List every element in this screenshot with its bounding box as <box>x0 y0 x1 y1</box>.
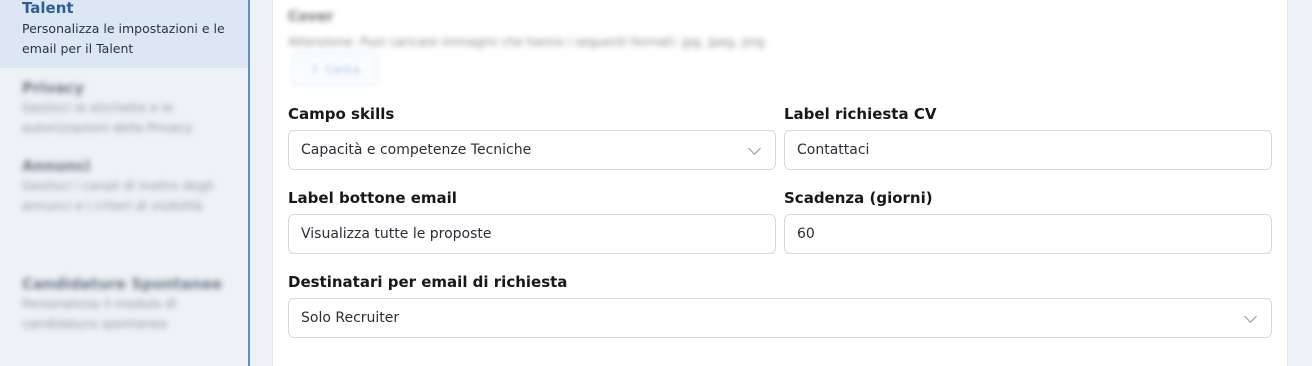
sidebar-item-candidature[interactable]: Candidature Spontanee Personalizza il mo… <box>0 274 248 334</box>
sidebar-item-title: Talent <box>22 0 74 17</box>
sidebar-item-annunci[interactable]: Annunci Gestisci i canali di inoltro deg… <box>0 156 248 216</box>
settings-sidebar: Talent Personalizza le impostazioni e le… <box>0 0 248 366</box>
destinatari-value: Solo Recruiter <box>301 310 400 326</box>
campo-skills-value: Capacità e competenze Tecniche <box>301 142 532 158</box>
upload-label: Carica <box>325 62 360 76</box>
campo-skills-select[interactable]: Capacità e competenze Tecniche <box>288 130 776 170</box>
cover-title: Cover <box>288 9 334 25</box>
label-bottone-email-input[interactable]: Visualizza tutte le proposte <box>288 214 776 254</box>
scadenza-label: Scadenza (giorni) <box>784 189 933 207</box>
label-richiesta-cv-input[interactable]: Contattaci <box>784 130 1272 170</box>
cover-upload-button[interactable]: ⇪ Carica <box>292 52 378 86</box>
sidebar-item-talent[interactable]: Talent Personalizza le impostazioni e le… <box>0 0 248 68</box>
label-bottone-email-value: Visualizza tutte le proposte <box>301 226 492 242</box>
label-richiesta-cv-label: Label richiesta CV <box>784 105 937 123</box>
sidebar-item-title: Candidature Spontanee <box>22 275 223 293</box>
label-richiesta-cv-value: Contattaci <box>797 142 870 158</box>
sidebar-item-privacy[interactable]: Privacy Gestisci le etichette e le autor… <box>0 78 248 138</box>
sidebar-item-description: Personalizza il modulo di candidatura sp… <box>22 296 177 331</box>
sidebar-divider <box>248 0 250 366</box>
sidebar-item-description: Personalizza le impostazioni e le email … <box>22 21 225 56</box>
destinatari-label: Destinatari per email di richiesta <box>288 273 568 291</box>
chevron-down-icon <box>748 141 761 155</box>
sidebar-item-title: Annunci <box>22 157 91 175</box>
sidebar-item-description: Gestisci le etichette e le autorizzazion… <box>22 100 193 135</box>
upload-icon: ⇪ <box>309 62 320 76</box>
sidebar-item-description: Gestisci i canali di inoltro degli annun… <box>22 178 214 213</box>
label-bottone-email-label: Label bottone email <box>288 189 457 207</box>
scadenza-value: 60 <box>797 226 815 242</box>
chevron-down-icon <box>1244 309 1257 323</box>
cover-section: Cover Attenzione: Puoi caricare immagini… <box>288 8 765 52</box>
sidebar-item-title: Privacy <box>22 79 85 97</box>
scadenza-input[interactable]: 60 <box>784 214 1272 254</box>
destinatari-select[interactable]: Solo Recruiter <box>288 298 1272 338</box>
cover-format-note: Attenzione: Puoi caricare immagini che h… <box>288 35 765 49</box>
campo-skills-label: Campo skills <box>288 105 395 123</box>
